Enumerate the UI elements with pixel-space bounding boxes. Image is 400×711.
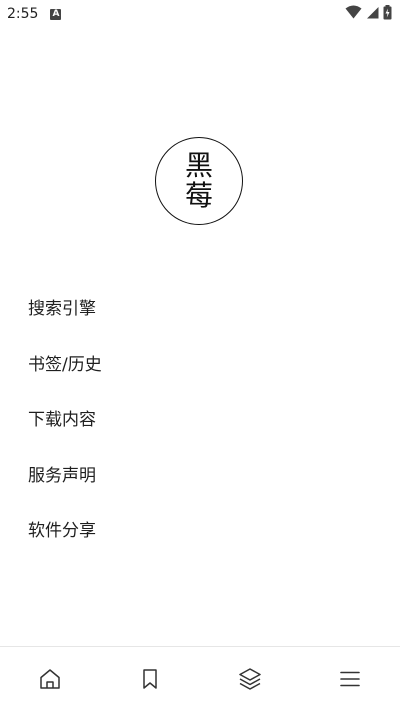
nav-home-button[interactable]	[0, 647, 100, 711]
battery-icon	[383, 4, 392, 24]
wifi-icon	[345, 5, 362, 23]
status-time: 2:55	[7, 6, 39, 22]
menu-icon	[340, 671, 360, 687]
menu-item-downloads[interactable]: 下载内容	[28, 393, 102, 449]
bottom-nav	[0, 646, 400, 711]
nav-menu-button[interactable]	[300, 647, 400, 711]
menu-item-share-app[interactable]: 软件分享	[28, 504, 102, 560]
nav-bookmarks-button[interactable]	[100, 647, 200, 711]
app-logo: 黑 莓	[155, 137, 243, 225]
home-icon	[40, 669, 60, 689]
logo-char-1: 黑	[184, 149, 213, 182]
menu-item-bookmarks-history[interactable]: 书签/历史	[28, 338, 102, 394]
menu-item-terms-of-service[interactable]: 服务声明	[28, 449, 102, 505]
nav-tabs-button[interactable]	[200, 647, 300, 711]
logo-char-2: 莓	[184, 179, 213, 212]
main-menu: 搜索引擎 书签/历史 下载内容 服务声明 软件分享	[28, 282, 102, 560]
bookmark-icon	[143, 669, 157, 689]
signal-icon	[366, 6, 379, 23]
notification-icon: A	[50, 8, 62, 20]
layers-icon	[239, 668, 261, 690]
status-bar: 2:55 A	[0, 0, 400, 28]
menu-item-search-engine[interactable]: 搜索引擎	[28, 282, 102, 338]
